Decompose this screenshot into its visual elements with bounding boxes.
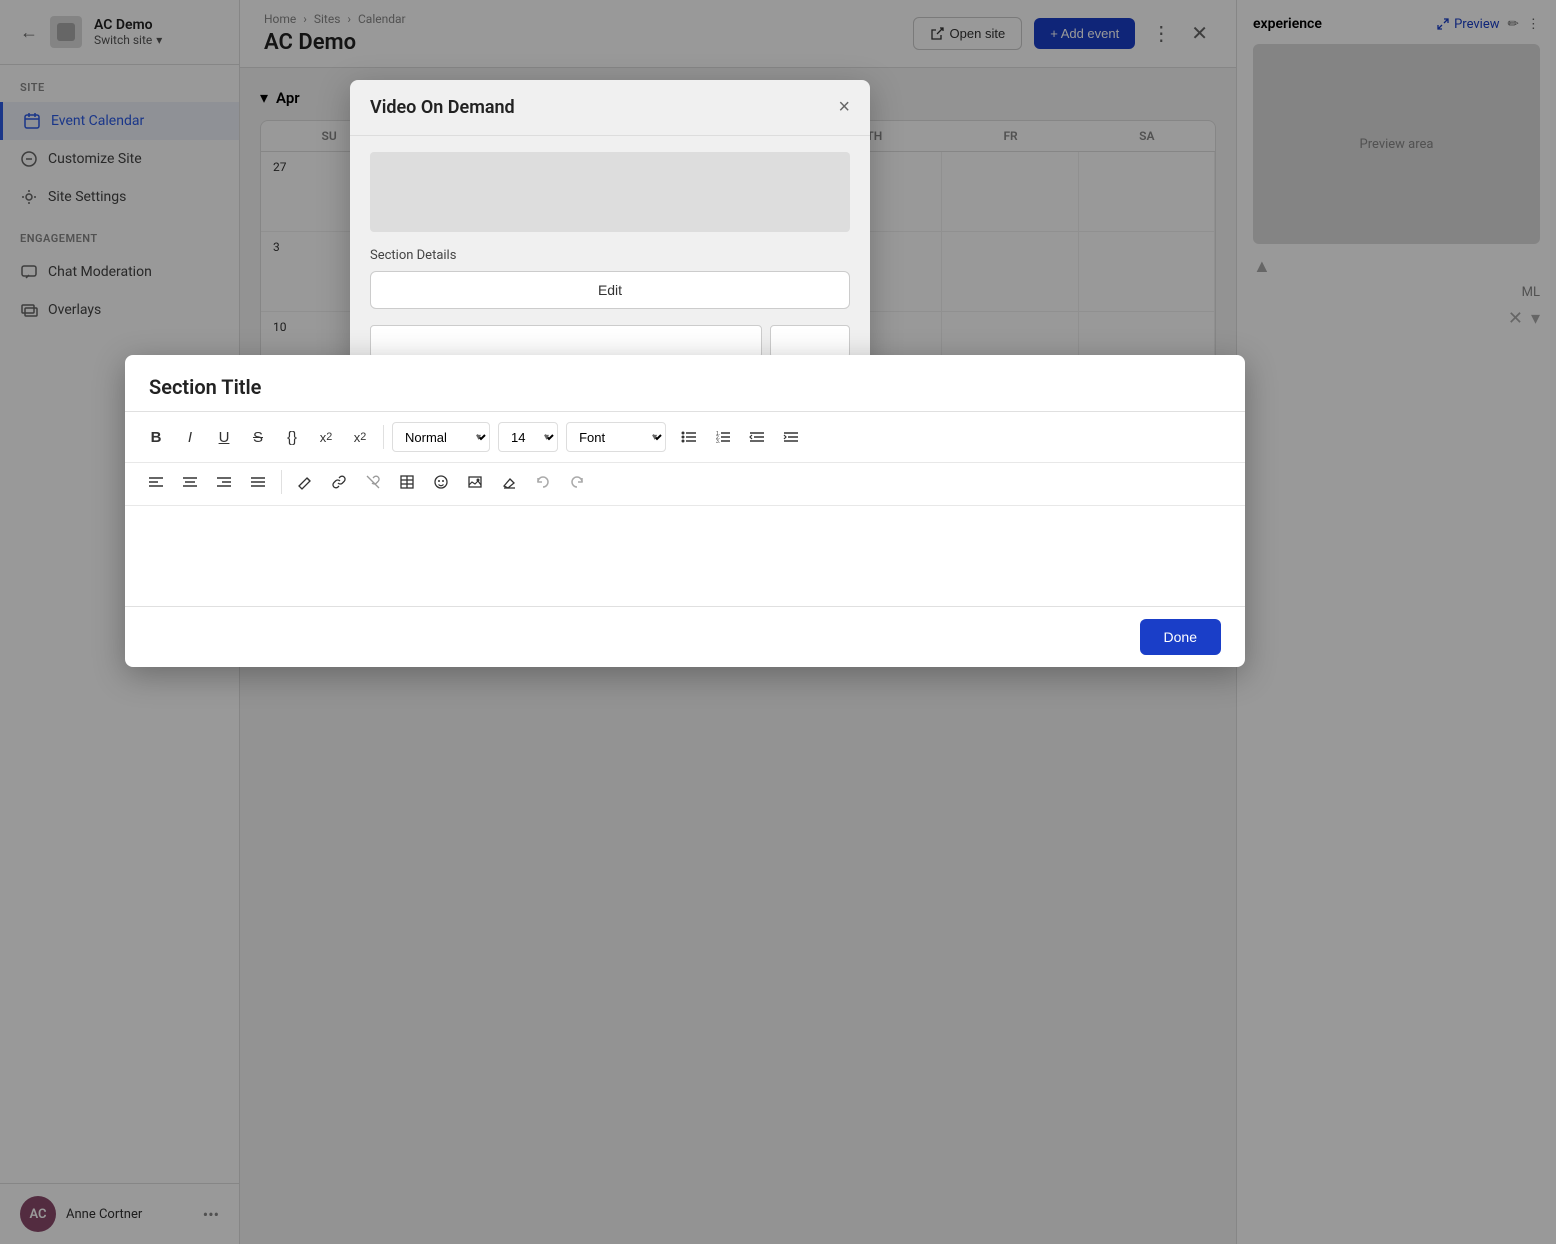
toolbar-divider-4 xyxy=(665,425,666,449)
editor-toolbar-row2 xyxy=(125,463,1245,506)
superscript-button[interactable]: x2 xyxy=(311,422,341,452)
section-details-label: Section Details xyxy=(370,248,850,263)
subscript-button[interactable]: x2 xyxy=(345,422,375,452)
modal-vod-header: Video On Demand × xyxy=(350,80,870,136)
indent-decrease-button[interactable] xyxy=(742,422,772,452)
redo-button[interactable] xyxy=(562,467,592,497)
align-left-button[interactable] xyxy=(141,467,171,497)
vod-input-field[interactable] xyxy=(370,325,762,358)
align-right-button[interactable] xyxy=(209,467,239,497)
eraser-button[interactable] xyxy=(494,467,524,497)
pen-button[interactable] xyxy=(290,467,320,497)
ordered-list-button[interactable]: 1.2.3. xyxy=(708,422,738,452)
image-button[interactable] xyxy=(460,467,490,497)
bold-button[interactable]: B xyxy=(141,422,171,452)
rich-text-editor-modal: Section Title B I U S {} x2 x2 Normal He… xyxy=(125,355,1245,667)
code-button[interactable]: {} xyxy=(277,422,307,452)
toolbar-divider-5 xyxy=(281,470,282,494)
emoji-button[interactable] xyxy=(426,467,456,497)
vod-preview-area xyxy=(370,152,850,232)
underline-button[interactable]: U xyxy=(209,422,239,452)
font-size-select[interactable]: 14 12 16 18 24 xyxy=(498,422,558,452)
align-justify-button[interactable] xyxy=(243,467,273,497)
modal-vod-close-button[interactable]: × xyxy=(838,96,850,119)
italic-button[interactable]: I xyxy=(175,422,205,452)
vod-field-row xyxy=(370,325,850,358)
toolbar-divider-2 xyxy=(489,425,490,449)
strikethrough-button[interactable]: S xyxy=(243,422,273,452)
editor-header: Section Title xyxy=(125,355,1245,412)
vod-input-field-2[interactable] xyxy=(770,325,850,358)
unlink-button[interactable] xyxy=(358,467,388,497)
editor-content-area[interactable] xyxy=(125,506,1245,606)
editor-section-title: Section Title xyxy=(149,375,261,399)
style-select[interactable]: Normal Heading 1 Heading 2 Heading 3 xyxy=(392,422,490,452)
indent-increase-button[interactable] xyxy=(776,422,806,452)
editor-footer: Done xyxy=(125,606,1245,667)
align-center-button[interactable] xyxy=(175,467,205,497)
toolbar-divider-3 xyxy=(557,425,558,449)
table-button[interactable] xyxy=(392,467,422,497)
toolbar-divider-1 xyxy=(383,425,384,449)
modal-vod-title: Video On Demand xyxy=(370,97,515,118)
unordered-list-button[interactable] xyxy=(674,422,704,452)
font-select[interactable]: Font Arial Times New Roman Courier New xyxy=(566,422,666,452)
undo-button[interactable] xyxy=(528,467,558,497)
done-button[interactable]: Done xyxy=(1140,619,1221,655)
link-button[interactable] xyxy=(324,467,354,497)
section-edit-button[interactable]: Edit xyxy=(370,271,850,309)
svg-text:3.: 3. xyxy=(716,439,720,445)
editor-toolbar-row1: B I U S {} x2 x2 Normal Heading 1 Headin… xyxy=(125,412,1245,463)
